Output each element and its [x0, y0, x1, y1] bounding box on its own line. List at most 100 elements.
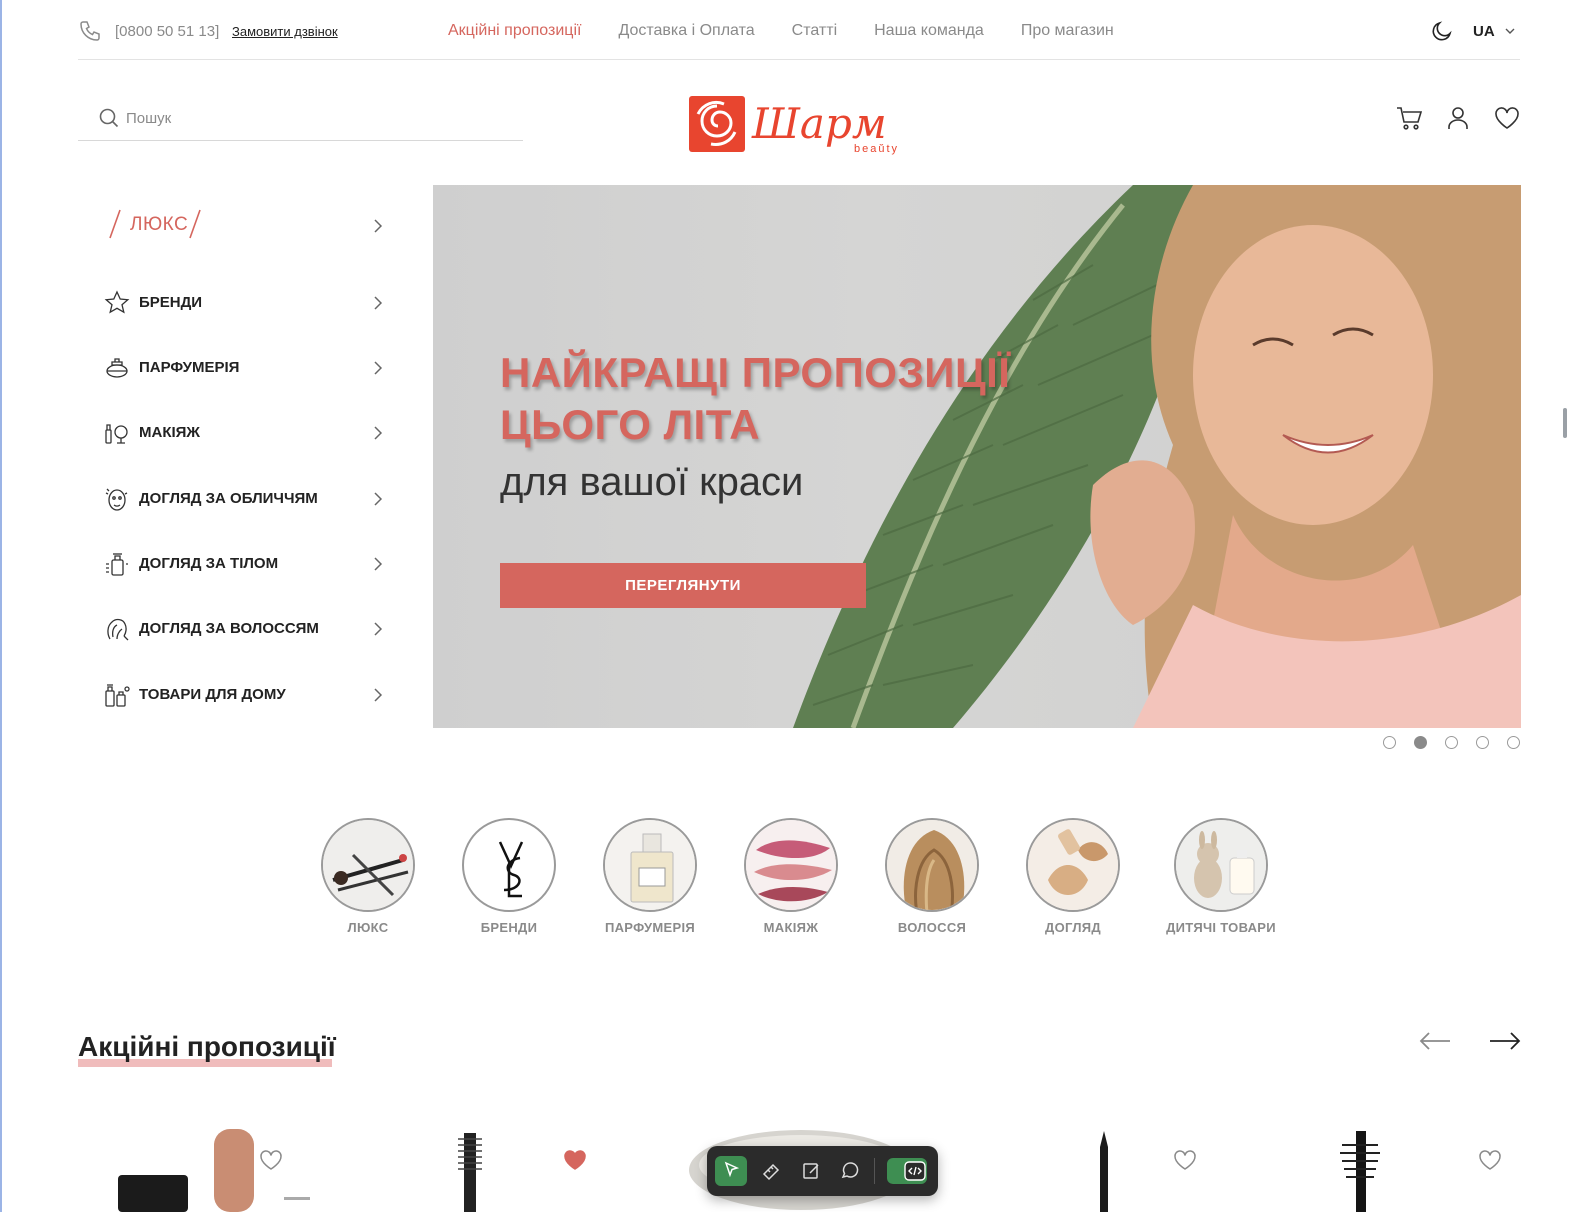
- slash-decoration: [189, 209, 201, 239]
- floating-toolbar: [707, 1146, 938, 1196]
- kids-goods-image: [1174, 818, 1268, 912]
- hero-view-button[interactable]: ПЕРЕГЛЯНУТИ: [500, 563, 866, 608]
- ruler-icon: [762, 1163, 780, 1181]
- top-bar: [0800 50 51 13] Замовити дзвінок Акційні…: [78, 0, 1520, 60]
- sidebar-item-hair-care[interactable]: ДОГЛЯД ЗА ВОЛОССЯМ: [100, 609, 390, 649]
- search-icon[interactable]: [98, 107, 120, 129]
- round-category-label: ПАРФУМЕРІЯ: [604, 920, 696, 935]
- carousel-dots: [1383, 736, 1538, 749]
- sidebar-item-label: БРЕНДИ: [139, 294, 203, 311]
- svg-text:beaŭty: beaŭty: [854, 143, 899, 155]
- chevron-down-icon[interactable]: [1503, 24, 1517, 38]
- heart-outline-icon[interactable]: [1477, 1147, 1503, 1173]
- carousel-dot[interactable]: [1445, 736, 1458, 749]
- round-category-lux[interactable]: ЛЮКС: [298, 818, 438, 935]
- ysl-logo-image: [462, 818, 556, 912]
- chevron-right-icon: [374, 426, 383, 440]
- carousel-dot[interactable]: [1507, 736, 1520, 749]
- round-category-kids[interactable]: ДИТЯЧІ ТОВАРИ: [1151, 818, 1291, 935]
- round-category-brands[interactable]: БРЕНДИ: [439, 818, 579, 935]
- perfume-icon: [106, 358, 128, 378]
- nav-link-team[interactable]: Наша команда: [874, 22, 984, 40]
- brushes-image: [321, 818, 415, 912]
- code-toggle[interactable]: [887, 1158, 927, 1184]
- product-image-brush-mascara[interactable]: [1330, 1125, 1390, 1212]
- carousel-dot[interactable]: [1383, 736, 1396, 749]
- hair-image: [885, 818, 979, 912]
- sidebar-item-label: ДОГЛЯД ЗА ОБЛИЧЧЯМ: [139, 490, 318, 507]
- hero-banner[interactable]: НАЙКРАЩІ ПРОПОЗИЦІЇ ЦЬОГО ЛІТА для вашої…: [433, 185, 1521, 728]
- phone-number[interactable]: [0800 50 51 13]: [115, 23, 219, 40]
- section-title-promotions: Акційні пропозиції: [78, 1031, 336, 1062]
- round-category-label: ДОГЛЯД: [1045, 920, 1101, 935]
- edit-icon: [803, 1163, 819, 1179]
- sidebar-item-lux[interactable]: ЛЮКС: [100, 206, 390, 246]
- heart-outline-icon[interactable]: [1172, 1147, 1198, 1173]
- moon-icon[interactable]: [1430, 19, 1454, 43]
- sidebar-item-lux-label: ЛЮКС: [130, 214, 189, 235]
- comment-tool-button[interactable]: [834, 1156, 866, 1186]
- hair-care-icon: [107, 618, 129, 641]
- nav-link-delivery[interactable]: Доставка і Оплата: [618, 22, 754, 40]
- sidebar-item-body-care[interactable]: ДОГЛЯД ЗА ТІЛОМ: [100, 544, 390, 584]
- round-category-makeup[interactable]: МАКІЯЖ: [721, 818, 861, 935]
- search-input[interactable]: [126, 105, 506, 131]
- hero-title-line: НАЙКРАЩІ ПРОПОЗИЦІЇ: [500, 349, 1011, 396]
- chevron-right-icon: [374, 557, 383, 571]
- nav-link-about[interactable]: Про магазин: [1021, 22, 1114, 40]
- user-icon[interactable]: [1444, 104, 1472, 132]
- sidebar-item-perfume[interactable]: ПАРФУМЕРІЯ: [100, 348, 390, 388]
- heart-outline-icon[interactable]: [258, 1147, 284, 1173]
- language-selector[interactable]: UA: [1473, 23, 1495, 40]
- heart-icon[interactable]: [1493, 104, 1521, 132]
- ruler-tool-button[interactable]: [755, 1156, 787, 1186]
- hero-title-line: ЦЬОГО ЛІТА: [500, 401, 761, 448]
- round-category-label: ВОЛОССЯ: [897, 920, 967, 935]
- select-tool-button[interactable]: [715, 1156, 747, 1186]
- sidebar-item-brands[interactable]: БРЕНДИ: [100, 283, 390, 323]
- sidebar-item-label: ДОГЛЯД ЗА ВОЛОССЯМ: [139, 620, 319, 637]
- sidebar-item-label: МАКІЯЖ: [139, 424, 200, 441]
- sidebar-item-label: ТОВАРИ ДЛЯ ДОМУ: [139, 686, 286, 703]
- cursor-icon: [724, 1161, 740, 1178]
- chevron-right-icon: [374, 492, 383, 506]
- round-category-label: МАКІЯЖ: [763, 920, 819, 935]
- product-image-mascara[interactable]: [450, 1125, 490, 1212]
- round-category-label: БРЕНДИ: [480, 920, 538, 935]
- hero-subtitle: для вашої краси: [500, 460, 804, 504]
- makeup-icon: [105, 424, 128, 444]
- top-nav: Акційні пропозиції Доставка і Оплата Ста…: [448, 22, 1151, 40]
- svg-text:Шарм: Шарм: [751, 99, 887, 148]
- search-bar: [78, 95, 523, 141]
- round-category-label: ЛЮКС: [347, 920, 389, 935]
- chevron-right-icon: [374, 622, 383, 636]
- sidebar-item-home-goods[interactable]: ТОВАРИ ДЛЯ ДОМУ: [100, 675, 390, 715]
- home-goods-icon: [105, 684, 130, 707]
- brand-logo[interactable]: Шарм beaŭty: [688, 92, 918, 158]
- nav-link-promotions[interactable]: Акційні пропозиції: [448, 22, 581, 40]
- phone-icon: [80, 21, 100, 41]
- arrow-left-icon[interactable]: [1418, 1028, 1452, 1054]
- carousel-dot[interactable]: [1476, 736, 1489, 749]
- product-image-eyeliner[interactable]: [1092, 1125, 1116, 1212]
- round-category-care[interactable]: ДОГЛЯД: [1003, 818, 1143, 935]
- cart-icon[interactable]: [1395, 104, 1423, 132]
- chevron-right-icon: [374, 688, 383, 702]
- window-edge: [0, 0, 2, 1212]
- carousel-dot-active[interactable]: [1414, 736, 1427, 749]
- scrollbar-thumb[interactable]: [1563, 408, 1567, 438]
- round-category-perfume[interactable]: ПАРФУМЕРІЯ: [580, 818, 720, 935]
- comment-icon: [841, 1162, 859, 1179]
- arrow-right-icon[interactable]: [1488, 1028, 1522, 1054]
- hero-title: НАЙКРАЩІ ПРОПОЗИЦІЇ ЦЬОГО ЛІТА: [500, 347, 1010, 451]
- chevron-right-icon: [374, 361, 383, 375]
- callback-link[interactable]: Замовити дзвінок: [232, 24, 338, 39]
- round-category-hair[interactable]: ВОЛОССЯ: [862, 818, 1002, 935]
- makeup-swatch-image: [744, 818, 838, 912]
- toolbar-divider: [874, 1158, 875, 1184]
- sidebar-item-makeup[interactable]: МАКІЯЖ: [100, 413, 390, 453]
- edit-tool-button[interactable]: [795, 1156, 827, 1186]
- sidebar-item-face-care[interactable]: ДОГЛЯД ЗА ОБЛИЧЧЯМ: [100, 479, 390, 519]
- nav-link-articles[interactable]: Статті: [792, 22, 837, 40]
- heart-filled-icon[interactable]: [562, 1147, 588, 1173]
